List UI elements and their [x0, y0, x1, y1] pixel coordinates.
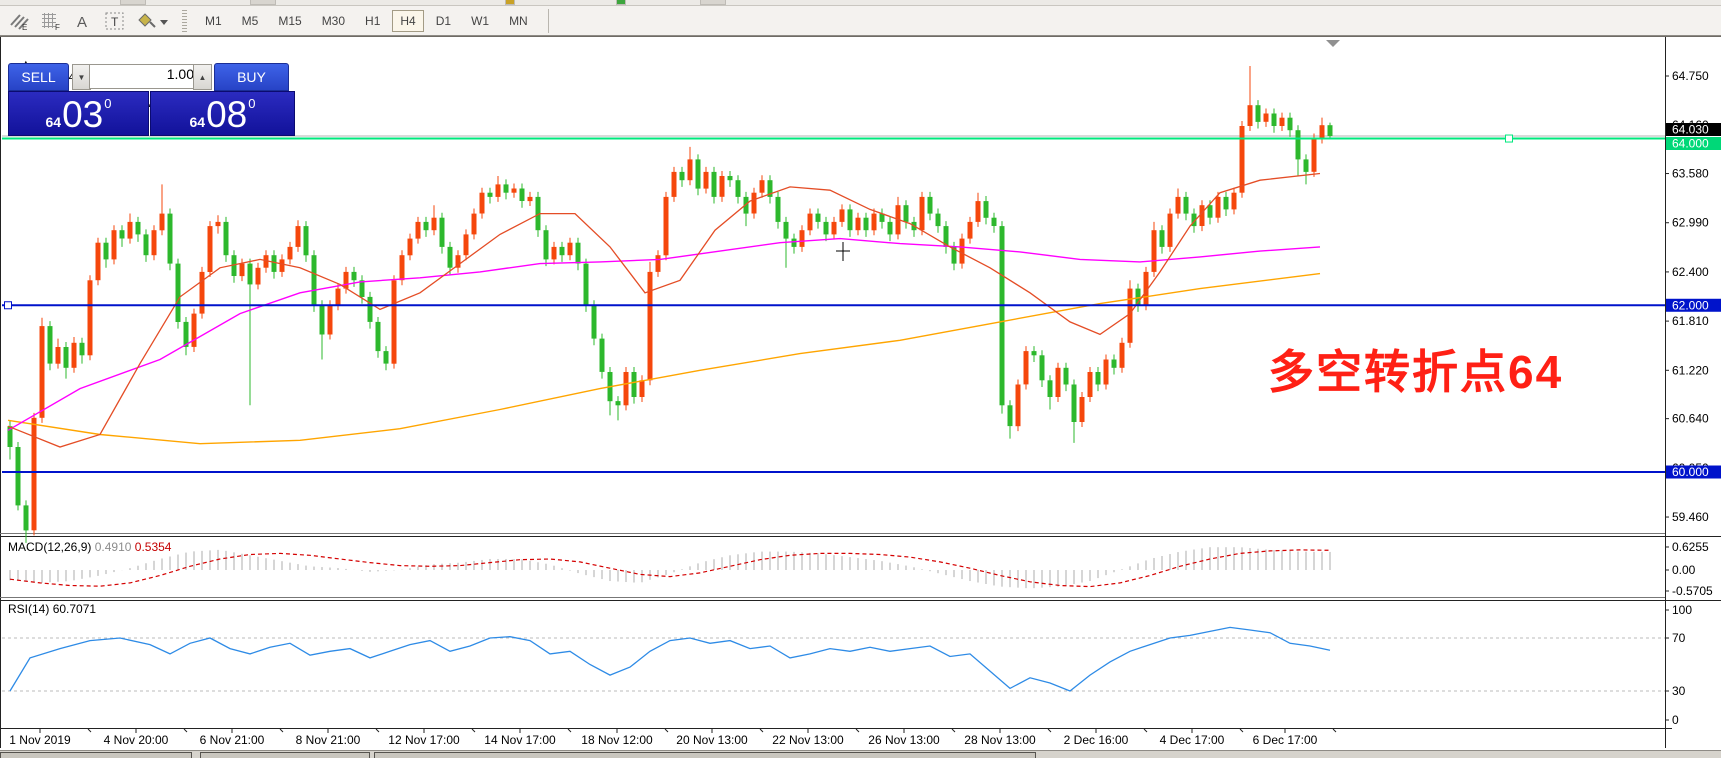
time-axis-label: 22 Nov 13:00 — [772, 733, 844, 747]
sell-price-prefix: 64 — [45, 114, 62, 130]
bid-price-label-text: 64.030 — [1672, 123, 1709, 137]
price-tick-label: 64.750 — [1672, 69, 1709, 83]
buy-price-sup: 0 — [248, 96, 256, 111]
clipped-window-tab — [0, 752, 192, 758]
rsi-indicator-label: RSI(14) 60.7071 — [8, 602, 97, 616]
rsi-tick-label: 0 — [1672, 713, 1679, 727]
rsi-tick-label: 70 — [1672, 631, 1686, 645]
buy-price-panel[interactable]: 64 08 0 — [150, 91, 295, 136]
mouse-crosshair-cursor — [836, 242, 850, 261]
buy-button[interactable]: BUY — [214, 63, 289, 91]
hline-price-label-text: 64.000 — [1672, 137, 1709, 151]
rsi-tick-label: 30 — [1672, 684, 1686, 698]
clipped-window-tab — [374, 752, 1036, 758]
mt4-chart-window: E F A T M1 M5 M15 M30 H1 H4 D1 W1 MN 64.… — [0, 0, 1721, 758]
hline-handle[interactable] — [4, 301, 12, 310]
time-axis-label: 6 Nov 21:00 — [200, 733, 265, 747]
macd-value: 0.4910 — [94, 540, 132, 554]
hline-price-label-text: 60.000 — [1672, 465, 1709, 479]
time-axis-label: 4 Nov 20:00 — [104, 733, 169, 747]
buy-price-prefix: 64 — [189, 114, 206, 130]
sell-button[interactable]: SELL — [8, 63, 69, 91]
ma-mid-magenta-line — [7, 237, 1321, 431]
time-axis-label: 18 Nov 12:00 — [581, 733, 653, 747]
rsi-value: 60.7071 — [52, 602, 97, 616]
price-scale: 64.75064.16063.58062.99062.40061.81061.2… — [1665, 69, 1721, 727]
rsi-pane — [2, 626, 1665, 692]
price-tick-label: 59.460 — [1672, 510, 1709, 524]
clipped-window-tab — [200, 752, 370, 758]
chart-text-annotation[interactable]: 多空转折点64 — [1268, 336, 1563, 402]
time-axis: 1 Nov 2019 4 Nov 20:00 6 Nov 21:00 8 Nov 21… — [9, 728, 1337, 747]
macd-indicator-label: MACD(12,26,9) 0.4910 0.5354 — [8, 540, 172, 554]
macd-tick-label: -0.5705 — [1672, 584, 1713, 598]
volume-increase-button[interactable]: ▲ — [193, 64, 212, 90]
time-axis-label: 20 Nov 13:00 — [676, 733, 748, 747]
hline-handle[interactable] — [1505, 134, 1513, 143]
macd-pane — [9, 547, 1331, 589]
sell-price-panel[interactable]: 64 03 0 — [8, 91, 149, 136]
time-axis-label: 8 Nov 21:00 — [296, 733, 361, 747]
price-tick-label: 60.640 — [1672, 412, 1709, 426]
time-axis-label: 26 Nov 13:00 — [868, 733, 940, 747]
time-axis-label: 28 Nov 13:00 — [964, 733, 1036, 747]
volume-input[interactable]: 1.00 — [89, 64, 201, 89]
chart-shift-marker-icon[interactable] — [1326, 40, 1340, 47]
buy-price-main: 08 — [206, 94, 248, 135]
macd-signal-line — [9, 549, 1331, 588]
price-tick-label: 61.810 — [1672, 314, 1709, 328]
sell-price-main: 03 — [62, 94, 104, 135]
price-tick-label: 62.990 — [1672, 216, 1709, 230]
time-axis-label: 6 Dec 17:00 — [1253, 733, 1318, 747]
price-tick-label: 63.580 — [1672, 167, 1709, 181]
hline-62.000[interactable] — [2, 301, 1665, 310]
price-tick-label: 61.220 — [1672, 363, 1709, 377]
rsi-tick-label: 100 — [1672, 603, 1692, 617]
time-axis-label: 14 Nov 17:00 — [484, 733, 556, 747]
macd-signal-value: 0.5354 — [134, 540, 172, 554]
one-click-trading-panel: SELL ▼ 1.00 ▲ BUY 64 03 0 64 08 0 — [8, 63, 295, 136]
macd-tick-label: 0.6255 — [1672, 540, 1709, 554]
time-axis-label: 2 Dec 16:00 — [1064, 733, 1129, 747]
rsi-line — [9, 626, 1331, 692]
time-axis-label: 12 Nov 17:00 — [388, 733, 460, 747]
sell-price-sup: 0 — [104, 96, 112, 111]
price-tick-label: 62.400 — [1672, 265, 1709, 279]
hline-price-label-text: 62.000 — [1672, 298, 1709, 312]
macd-tick-label: 0.00 — [1672, 563, 1696, 577]
clipped-bottom-windows — [0, 750, 1721, 758]
time-axis-label: 4 Dec 17:00 — [1160, 733, 1225, 747]
time-axis-label: 1 Nov 2019 — [9, 733, 71, 747]
